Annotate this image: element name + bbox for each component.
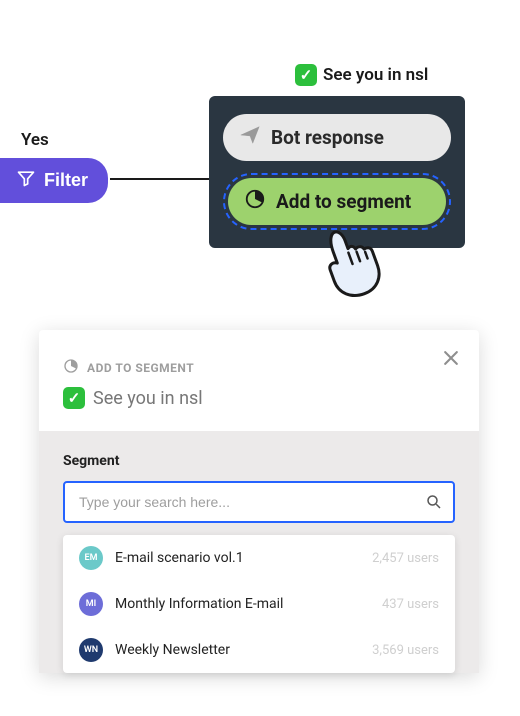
bot-response-label: Bot response	[271, 126, 384, 149]
add-to-segment-panel: ADD TO SEGMENT ✓ See you in nsl Segment …	[39, 330, 479, 673]
panel-title: ✓ See you in nsl	[63, 387, 455, 409]
checkmark-icon: ✓	[63, 387, 85, 409]
list-item-label: Monthly Information E-mail	[115, 596, 370, 612]
panel-subtitle: ADD TO SEGMENT	[63, 358, 455, 377]
panel-title-text: See you in nsl	[93, 388, 203, 409]
add-to-segment-label: Add to segment	[276, 190, 411, 213]
avatar: WN	[79, 638, 103, 662]
segment-heading: Segment	[63, 453, 455, 469]
avatar: EM	[79, 546, 103, 570]
search-input[interactable]	[63, 481, 455, 523]
panel-subtitle-text: ADD TO SEGMENT	[87, 361, 194, 375]
filter-button-label: Filter	[44, 170, 88, 191]
filter-button[interactable]: Filter	[0, 158, 108, 203]
list-item-count: 3,569 users	[372, 643, 439, 658]
add-to-segment-selection: Add to segment	[223, 173, 451, 230]
list-item[interactable]: EM E-mail scenario vol.1 2,457 users	[63, 535, 455, 581]
filter-icon	[16, 168, 36, 193]
add-to-segment-pill[interactable]: Add to segment	[228, 178, 446, 225]
bot-response-pill[interactable]: Bot response	[223, 114, 451, 161]
workflow-node: Bot response Add to segment	[209, 96, 465, 248]
node-title: ✓ See you in nsl	[295, 64, 428, 86]
pie-chart-icon	[244, 188, 266, 215]
node-title-text: See you in nsl	[323, 65, 428, 85]
checkmark-icon: ✓	[295, 64, 317, 86]
list-item-count: 2,457 users	[372, 551, 439, 566]
list-item[interactable]: MI Monthly Information E-mail 437 users	[63, 581, 455, 627]
paper-plane-icon	[239, 124, 261, 151]
segment-dropdown: EM E-mail scenario vol.1 2,457 users MI …	[63, 535, 455, 673]
search-icon	[425, 493, 443, 511]
list-item-label: E-mail scenario vol.1	[115, 550, 360, 566]
pie-chart-icon	[63, 358, 79, 377]
connector-line	[110, 178, 210, 180]
search-box	[63, 481, 455, 523]
list-item-label: Weekly Newsletter	[115, 642, 360, 658]
avatar: MI	[79, 592, 103, 616]
close-icon[interactable]	[441, 348, 461, 368]
yes-label: Yes	[21, 130, 49, 150]
list-item-count: 437 users	[382, 597, 439, 612]
list-item[interactable]: WN Weekly Newsletter 3,569 users	[63, 627, 455, 673]
